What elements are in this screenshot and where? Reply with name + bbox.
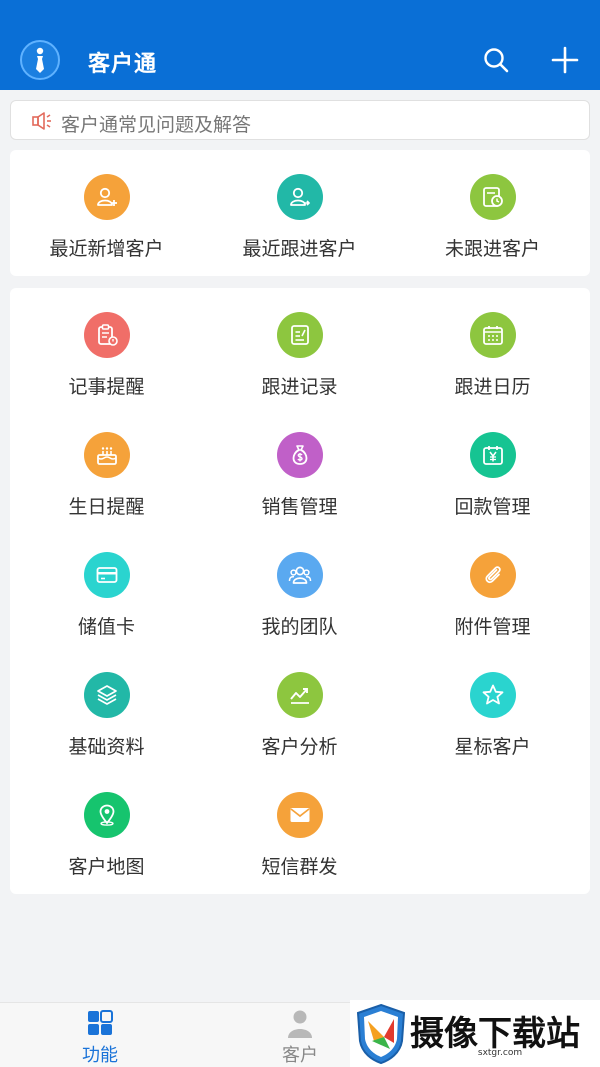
item-label: 我的团队 <box>261 616 338 638</box>
item-label: 最近跟进客户 <box>242 238 357 260</box>
tab-features[interactable]: 功能 <box>0 1003 200 1067</box>
item-label: 最近新增客户 <box>49 238 164 260</box>
mail-icon <box>276 792 323 838</box>
item-label: 回款管理 <box>454 496 531 518</box>
sales-management[interactable]: 销售管理 <box>203 432 396 532</box>
starred-customers[interactable]: 星标客户 <box>396 672 589 772</box>
sms-broadcast[interactable]: 短信群发 <box>203 792 396 892</box>
follow-record[interactable]: 跟进记录 <box>203 312 396 412</box>
star-icon <box>469 672 516 718</box>
grid-icon <box>88 1010 113 1035</box>
my-team[interactable]: 我的团队 <box>203 552 396 652</box>
card-icon <box>83 552 130 598</box>
item-label: 跟进日历 <box>454 376 531 398</box>
watermark-subtext: sxtgr.com <box>477 1048 523 1058</box>
app-logo <box>20 40 60 80</box>
customer-analysis[interactable]: 客户分析 <box>203 672 396 772</box>
user-follow-icon <box>276 174 323 220</box>
speaker-icon <box>32 112 51 130</box>
cake-icon <box>83 432 130 478</box>
search-icon[interactable] <box>480 44 512 76</box>
yen-calendar-icon <box>469 432 516 478</box>
money-bag-icon <box>276 432 323 478</box>
watermark-logo: 摄像下载站 sxtgr.com <box>350 1000 600 1067</box>
item-label: 客户分析 <box>261 736 338 758</box>
notice-text: 客户通常见问题及解答 <box>61 114 252 136</box>
calendar-icon <box>469 312 516 358</box>
recent-new-customers[interactable]: 最近新增客户 <box>10 174 203 274</box>
payment-management[interactable]: 回款管理 <box>396 432 589 532</box>
item-label: 短信群发 <box>261 856 338 878</box>
follow-calendar[interactable]: 跟进日历 <box>396 312 589 412</box>
stored-value-card[interactable]: 储值卡 <box>10 552 203 652</box>
attachment-management[interactable]: 附件管理 <box>396 552 589 652</box>
top-app-bar: 客户通 <box>0 0 600 90</box>
faq-notice-bar[interactable]: 客户通常见问题及解答 <box>10 100 590 140</box>
team-icon <box>276 552 323 598</box>
paperclip-icon <box>469 552 516 598</box>
tab-label: 功能 <box>82 1045 118 1066</box>
person-icon <box>288 1010 312 1038</box>
birthday-reminder[interactable]: 生日提醒 <box>10 432 203 532</box>
item-label: 附件管理 <box>454 616 531 638</box>
clock-doc-icon <box>469 174 516 220</box>
map-pin-icon <box>83 792 130 838</box>
layers-icon <box>83 672 130 718</box>
basic-data[interactable]: 基础资料 <box>10 672 203 772</box>
item-label: 储值卡 <box>77 616 135 638</box>
clipboard-alert-icon <box>83 312 130 358</box>
item-label: 记事提醒 <box>68 376 145 398</box>
quick-access-card: 最近新增客户 最近跟进客户 未跟进客户 <box>10 150 590 276</box>
customer-map[interactable]: 客户地图 <box>10 792 203 892</box>
item-label: 跟进记录 <box>261 376 338 398</box>
plus-icon[interactable] <box>549 44 581 76</box>
memo-reminder[interactable]: 记事提醒 <box>10 312 203 412</box>
unfollowed-customers[interactable]: 未跟进客户 <box>396 174 589 274</box>
trend-chart-icon <box>276 672 323 718</box>
shield-logo-icon <box>356 1003 406 1065</box>
item-label: 星标客户 <box>454 736 531 758</box>
item-label: 未跟进客户 <box>444 238 540 260</box>
feature-grid-card: 记事提醒 跟进记录 跟进日历 生日提醒 销售管理 回款管理 储值卡 我的团队 附… <box>10 288 590 894</box>
recent-followed-customers[interactable]: 最近跟进客户 <box>203 174 396 274</box>
item-label: 基础资料 <box>68 736 145 758</box>
item-label: 客户地图 <box>68 856 145 878</box>
app-title: 客户通 <box>88 52 158 77</box>
item-label: 生日提醒 <box>68 496 145 518</box>
user-add-icon <box>83 174 130 220</box>
note-edit-icon <box>276 312 323 358</box>
item-label: 销售管理 <box>261 496 338 518</box>
